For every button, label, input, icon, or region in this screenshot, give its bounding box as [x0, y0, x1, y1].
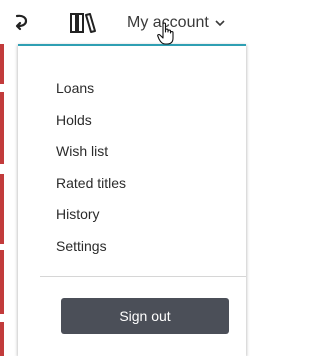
menu-item-wish-list[interactable]: Wish list [56, 139, 126, 171]
library-shelf-icon[interactable] [69, 11, 98, 34]
my-account-label: My account [127, 14, 209, 31]
return-icon[interactable] [14, 12, 30, 32]
menu-divider [40, 276, 246, 277]
account-dropdown-menu: Loans Holds Wish list Rated titles Histo… [18, 44, 246, 356]
menu-item-rated-titles[interactable]: Rated titles [56, 171, 126, 203]
menu-item-settings[interactable]: Settings [56, 234, 126, 266]
account-menu-list: Loans Holds Wish list Rated titles Histo… [56, 76, 126, 265]
menu-item-loans[interactable]: Loans [56, 76, 126, 108]
menu-item-holds[interactable]: Holds [56, 108, 126, 140]
background-accent-strip [0, 44, 4, 356]
page: My account Loans Holds Wish list Rated t… [0, 0, 258, 356]
menu-item-history[interactable]: History [56, 202, 126, 234]
sign-out-button[interactable]: Sign out [61, 298, 229, 334]
header-bar: My account [0, 0, 258, 44]
my-account-button[interactable]: My account [127, 12, 225, 34]
chevron-down-icon [215, 19, 225, 26]
